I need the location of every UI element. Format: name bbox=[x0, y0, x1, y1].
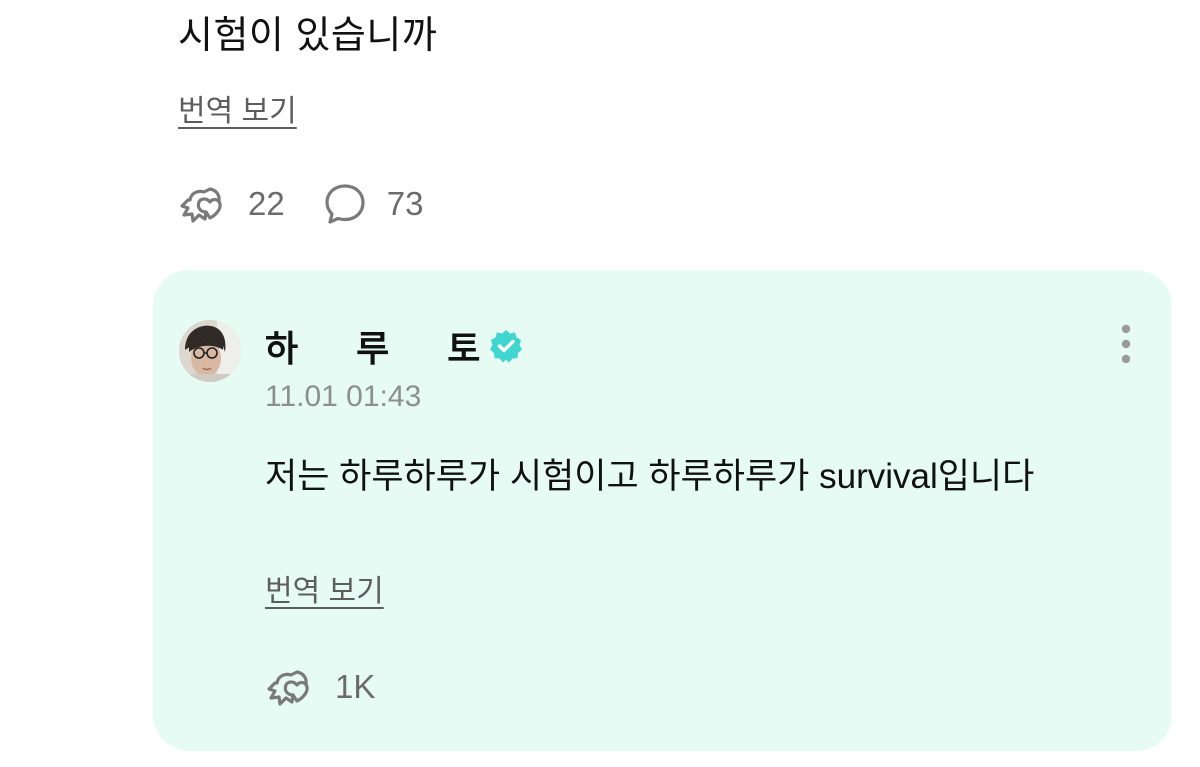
post-like-button[interactable]: 22 bbox=[178, 180, 285, 228]
more-vertical-icon bbox=[1121, 324, 1131, 364]
post-comment-count: 73 bbox=[386, 185, 424, 222]
post-comment-button[interactable]: 73 bbox=[321, 180, 424, 228]
avatar[interactable] bbox=[179, 320, 241, 382]
reply-like-button[interactable]: 1K bbox=[265, 663, 375, 711]
speech-bubble-icon bbox=[325, 184, 365, 224]
verified-badge-icon bbox=[490, 330, 523, 363]
reply-translate-link[interactable]: 번역 보기 bbox=[265, 566, 384, 610]
post-text: 시험이 있습니까 bbox=[178, 15, 438, 57]
author-row: 하루토 bbox=[265, 322, 524, 370]
post-like-count: 22 bbox=[248, 185, 285, 222]
reply-text: 저는 하루하루가 시험이고 하루하루가 survival입니다 bbox=[265, 457, 1035, 496]
post-translate-link[interactable]: 번역 보기 bbox=[178, 86, 297, 130]
post-detail-page: 시험이 있습니까 번역 보기 22 73 하루토 11.01 01:43 저는 … bbox=[0, 0, 1200, 767]
post-actions: 22 73 bbox=[178, 178, 459, 230]
more-options-button[interactable] bbox=[1118, 322, 1134, 368]
profile-photo bbox=[179, 320, 241, 382]
reply-like-count: 1K bbox=[335, 668, 376, 705]
hand-heart-icon bbox=[180, 187, 222, 223]
artist-reply-card: 하루토 11.01 01:43 저는 하루하루가 시험이고 하루하루가 surv… bbox=[153, 270, 1172, 751]
reply-timestamp: 11.01 01:43 bbox=[265, 380, 422, 413]
reply-actions: 1K bbox=[265, 662, 411, 712]
hand-heart-icon bbox=[267, 670, 309, 706]
